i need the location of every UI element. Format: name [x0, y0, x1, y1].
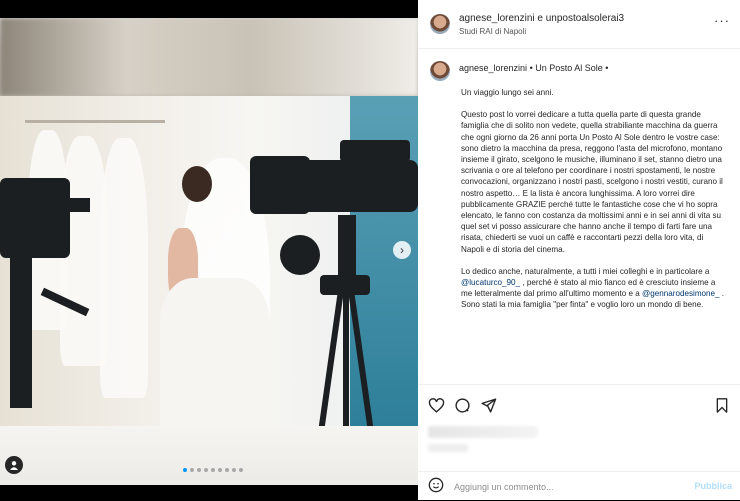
photo-blur-bottom	[0, 426, 418, 485]
likes-count-blurred	[428, 426, 538, 438]
mention-link[interactable]: @lucaturco_90_	[461, 278, 520, 287]
media-panel: ›	[0, 0, 418, 500]
carousel-dot	[197, 468, 201, 472]
carousel-dot	[218, 468, 222, 472]
mention-link[interactable]: @gennarodesimone_	[642, 289, 720, 298]
bookmark-icon[interactable]	[714, 397, 732, 415]
chevron-right-icon: ›	[400, 243, 404, 257]
caption-text-segment: Lo dedico anche, naturalmente, a tutti i…	[461, 266, 710, 276]
photo-blur-top	[0, 18, 418, 96]
post-header: agnese_lorenzini e unpostoalsolerai3 Stu…	[418, 0, 740, 49]
tagged-user-button[interactable]	[5, 456, 23, 474]
caption-meta: • Un Posto Al Sole •	[527, 63, 609, 73]
heart-icon[interactable]	[428, 397, 446, 415]
post-date-blurred	[428, 444, 468, 452]
comment-bar: Pubblica	[418, 471, 740, 501]
comment-input[interactable]	[454, 480, 654, 494]
photo-camera-right	[250, 140, 418, 430]
header-location[interactable]: Studi RAI di Napoli	[459, 27, 526, 36]
carousel-dot	[183, 468, 187, 472]
caption-area: agnese_lorenzini • Un Posto Al Sole • Un…	[418, 49, 740, 383]
caption-paragraph: Lo dedico anche, naturalmente, a tutti i…	[461, 266, 726, 311]
photo-clothes-rack	[25, 120, 165, 123]
post-photo[interactable]	[0, 18, 418, 485]
carousel-dot	[211, 468, 215, 472]
action-bar	[418, 384, 740, 425]
publish-button[interactable]: Pubblica	[694, 481, 732, 491]
caption-paragraph: Un viaggio lungo sei anni.	[461, 88, 554, 97]
more-options-icon[interactable]: ···	[714, 13, 730, 28]
carousel-dot	[225, 468, 229, 472]
photo-camera-left	[0, 178, 95, 408]
carousel-dot	[239, 468, 243, 472]
caption-username[interactable]: agnese_lorenzini	[459, 63, 527, 73]
header-username[interactable]: agnese_lorenzini e unpostoalsolerai3	[459, 13, 624, 24]
photo-bride-hair	[182, 166, 212, 202]
carousel-next-button[interactable]: ›	[393, 241, 411, 259]
caption-header: agnese_lorenzini • Un Posto Al Sole •	[459, 63, 608, 73]
caption-paragraph: Questo post lo vorrei dedicare a tutta q…	[461, 110, 723, 254]
comment-icon[interactable]	[454, 397, 472, 415]
user-icon	[10, 461, 18, 470]
share-icon[interactable]	[480, 397, 498, 415]
caption-avatar[interactable]	[430, 61, 450, 81]
smiley-icon[interactable]	[428, 477, 444, 496]
carousel-dot	[190, 468, 194, 472]
carousel-dot	[232, 468, 236, 472]
avatar[interactable]	[430, 14, 450, 34]
caption-text: Un viaggio lungo sei anni. Questo post l…	[461, 87, 726, 322]
carousel-dots	[183, 468, 243, 472]
carousel-dot	[204, 468, 208, 472]
photo-hanging-dress	[100, 138, 148, 398]
post-sidebar: agnese_lorenzini e unpostoalsolerai3 Stu…	[418, 0, 740, 500]
